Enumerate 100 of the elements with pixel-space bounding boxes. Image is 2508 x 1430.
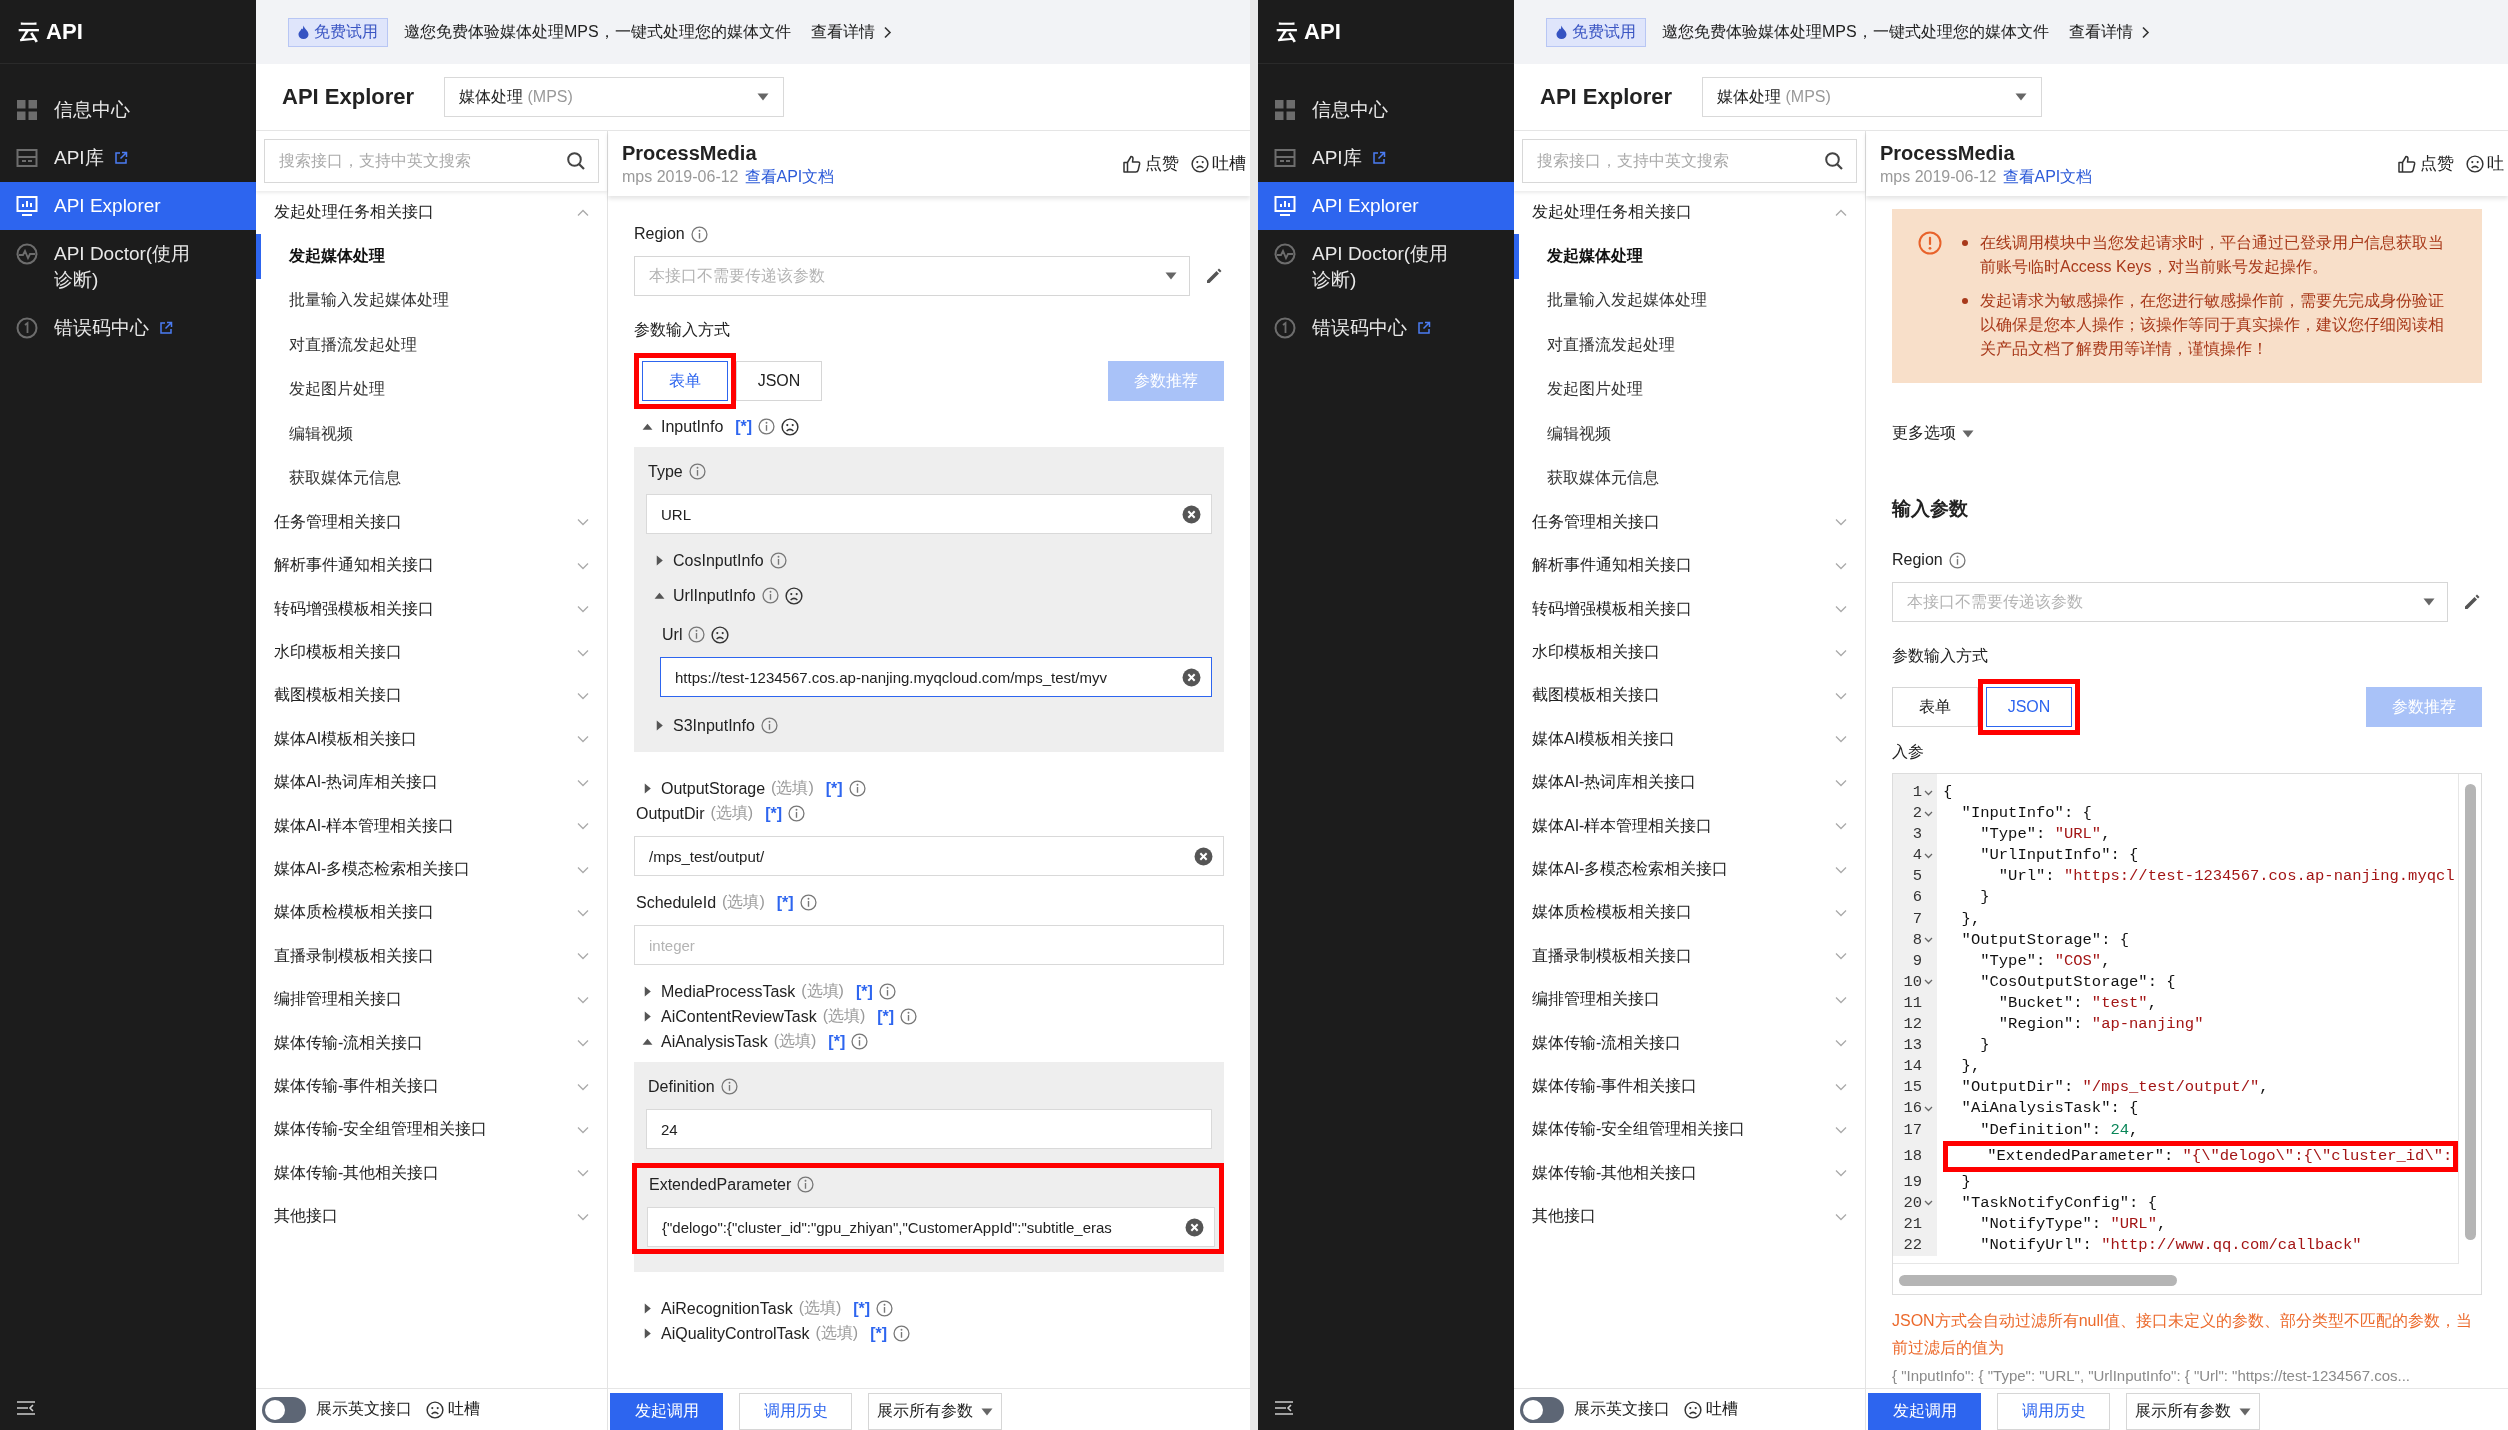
info-icon[interactable] — [690, 225, 708, 243]
clear-icon[interactable] — [1185, 1217, 1204, 1237]
group-title[interactable]: 媒体AI模板相关接口 — [274, 728, 418, 750]
nav-item[interactable]: 信息中心 — [0, 86, 256, 134]
group-title[interactable]: 媒体AI-样本管理相关接口 — [274, 815, 455, 837]
info-icon[interactable] — [760, 717, 778, 734]
group-title[interactable]: 媒体传输-其他相关接口 — [1532, 1162, 1698, 1184]
text-field[interactable]: /mps_test/output/ — [634, 836, 1224, 876]
mode-tab[interactable]: JSON — [1986, 687, 2072, 727]
group-title[interactable]: 解析事件通知相关接口 — [1532, 555, 1692, 577]
info-icon[interactable] — [876, 1300, 894, 1317]
group-title[interactable]: 媒体传输-其他相关接口 — [274, 1162, 440, 1184]
group-title[interactable]: 发起处理任务相关接口 — [274, 202, 434, 224]
caret-icon[interactable] — [642, 1036, 653, 1047]
external-link-icon[interactable] — [1417, 321, 1431, 335]
info-icon[interactable] — [799, 894, 817, 911]
fold-icon[interactable] — [1924, 1200, 1933, 1207]
fold-icon[interactable] — [1924, 1105, 1933, 1112]
group-title[interactable]: 媒体传输-安全组管理相关接口 — [1532, 1119, 1746, 1141]
nav-item[interactable]: API Explorer — [1258, 182, 1514, 230]
wildcard-tag[interactable]: [*] — [853, 1299, 871, 1318]
api-item[interactable]: 编辑视频 — [256, 411, 607, 457]
fold-icon[interactable] — [1924, 810, 1933, 817]
group-title[interactable]: 编排管理相关接口 — [274, 989, 402, 1011]
chevron-right-icon[interactable] — [2140, 25, 2150, 39]
sad-face-icon[interactable] — [1191, 154, 1209, 173]
external-link-icon[interactable] — [1371, 151, 1386, 165]
api-item[interactable]: 获取媒体元信息 — [1514, 456, 1865, 501]
nav-item[interactable]: API Doctor(使用诊断) — [1258, 230, 1514, 304]
nav-item[interactable]: API Explorer — [0, 182, 256, 230]
text-field[interactable]: 24 — [646, 1109, 1212, 1149]
api-item[interactable]: 批量输入发起媒体处理 — [1514, 278, 1865, 324]
collapse-menu-icon[interactable] — [16, 1400, 36, 1416]
trial-button[interactable]: 免费试用 — [1546, 17, 1646, 47]
api-item[interactable]: 发起图片处理 — [256, 367, 607, 412]
info-icon[interactable] — [720, 1078, 738, 1095]
group-title[interactable]: 任务管理相关接口 — [274, 511, 402, 533]
info-icon[interactable] — [900, 1008, 918, 1025]
info-icon[interactable] — [788, 805, 805, 822]
collapse-menu-icon[interactable] — [1274, 1400, 1294, 1416]
wildcard-tag[interactable]: [*] — [765, 804, 782, 823]
wildcard-tag[interactable]: [*] — [877, 1007, 895, 1026]
thumbs-up-icon[interactable] — [2397, 153, 2417, 174]
feedback-button[interactable]: 吐槽 — [1684, 1399, 1738, 1420]
api-item[interactable]: 批量输入发起媒体处理 — [256, 278, 607, 324]
wildcard-tag[interactable]: [*] — [735, 417, 753, 436]
text-field[interactable]: {"delogo":{"cluster_id":"gpu_zhiyan","CustomerAppId":"subtitle_eras — [647, 1207, 1215, 1247]
api-item[interactable]: 发起媒体处理 — [1514, 234, 1865, 279]
details-link[interactable]: 查看详情 — [810, 21, 892, 43]
scrollbar-thumb[interactable] — [2465, 784, 2476, 1240]
dropdown-icon[interactable] — [2015, 93, 2028, 101]
api-item[interactable]: 编辑视频 — [1514, 411, 1865, 457]
thumbs-up-icon[interactable] — [1122, 153, 1142, 174]
sad-face-icon[interactable] — [711, 625, 730, 644]
group-title[interactable]: 媒体质检模板相关接口 — [274, 902, 434, 924]
caret-icon[interactable] — [654, 590, 665, 601]
clear-icon[interactable] — [1194, 846, 1213, 866]
info-icon[interactable] — [1948, 551, 1966, 569]
group-title[interactable]: 任务管理相关接口 — [1532, 511, 1660, 533]
group-title[interactable]: 媒体AI模板相关接口 — [1532, 728, 1676, 750]
group-title[interactable]: 截图模板相关接口 — [274, 685, 402, 707]
submit-button[interactable]: 发起调用 — [610, 1393, 723, 1430]
like-button[interactable]: 点赞 — [2397, 152, 2454, 175]
search-icon[interactable] — [566, 151, 586, 171]
info-icon[interactable] — [761, 587, 779, 604]
dropdown-icon[interactable] — [2423, 598, 2435, 606]
search-icon[interactable] — [1824, 151, 1844, 171]
wildcard-tag[interactable]: [*] — [776, 893, 794, 912]
chevron-right-icon[interactable] — [882, 25, 892, 39]
api-item[interactable]: 获取媒体元信息 — [256, 456, 607, 501]
pencil-icon[interactable] — [1204, 266, 1224, 286]
sad-face-icon[interactable] — [784, 586, 803, 605]
group-title[interactable]: 发起处理任务相关接口 — [1532, 202, 1692, 224]
group-title[interactable]: 媒体AI-多模态检索相关接口 — [274, 859, 471, 881]
group-title[interactable]: 编排管理相关接口 — [1532, 989, 1660, 1011]
group-title[interactable]: 媒体传输-事件相关接口 — [1532, 1076, 1698, 1097]
group-title[interactable]: 媒体AI-样本管理相关接口 — [1532, 815, 1713, 837]
api-item[interactable]: 对直播流发起处理 — [256, 323, 607, 368]
show-params-dropdown[interactable]: 展示所有参数 — [2126, 1393, 2260, 1430]
group-title[interactable]: 媒体AI-多模态检索相关接口 — [1532, 859, 1729, 881]
group-title[interactable]: 直播录制模板相关接口 — [274, 945, 434, 967]
sad-face-icon[interactable] — [781, 417, 800, 436]
nav-item[interactable]: API库 — [1258, 134, 1514, 182]
dropdown-icon[interactable] — [757, 93, 770, 101]
sad-face-icon[interactable] — [2466, 154, 2484, 173]
info-icon[interactable] — [851, 1033, 869, 1050]
group-title[interactable]: 其他接口 — [1532, 1206, 1596, 1228]
caret-icon[interactable] — [642, 986, 653, 997]
group-title[interactable]: 媒体AI-热词库相关接口 — [274, 772, 439, 794]
info-icon[interactable] — [893, 1325, 911, 1342]
group-title[interactable]: 水印模板相关接口 — [274, 642, 402, 664]
pencil-icon[interactable] — [2462, 592, 2482, 612]
caret-icon[interactable] — [642, 1328, 653, 1339]
history-button[interactable]: 调用历史 — [1997, 1393, 2110, 1430]
dropdown-icon[interactable] — [1165, 272, 1177, 280]
wildcard-tag[interactable]: [*] — [870, 1324, 888, 1343]
more-options-toggle[interactable]: 更多选项 — [1892, 423, 1974, 444]
caret-icon[interactable] — [642, 1303, 653, 1314]
group-title[interactable]: 媒体传输-流相关接口 — [1532, 1032, 1682, 1054]
nav-item[interactable]: API库 — [0, 134, 256, 182]
